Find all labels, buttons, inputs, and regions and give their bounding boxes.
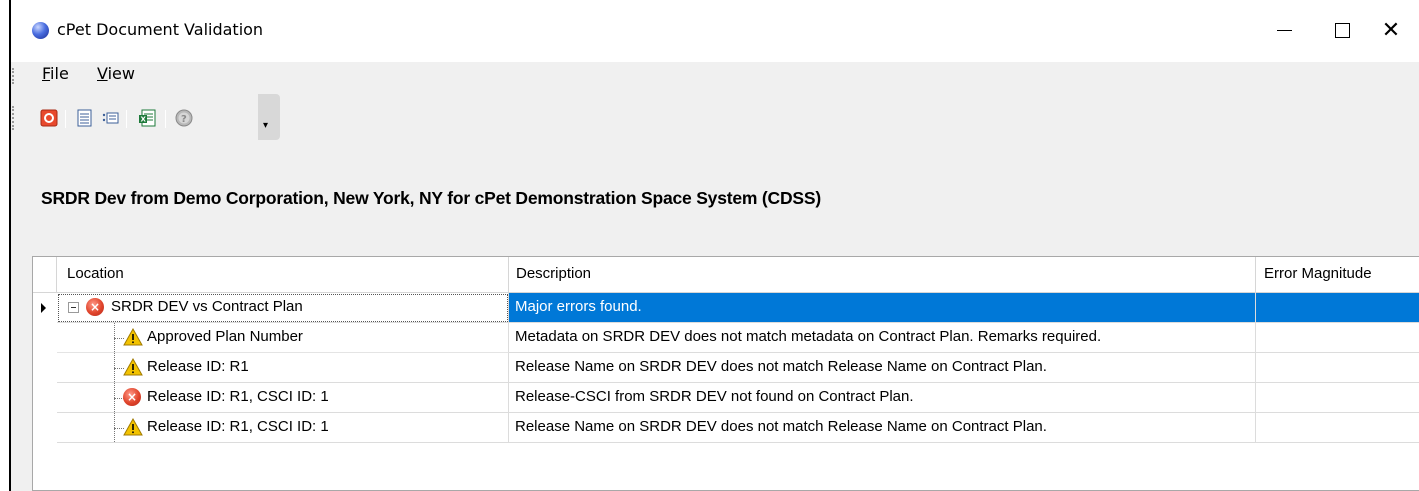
location-text: Release ID: R1 <box>147 358 249 375</box>
table-row[interactable]: × Release ID: R1, CSCI ID: 1 Release-CSC… <box>33 383 1419 413</box>
list-icon[interactable] <box>101 109 119 127</box>
minimize-button[interactable] <box>1261 10 1307 50</box>
tree-collapse-icon[interactable] <box>68 302 79 313</box>
cell-description[interactable]: Release Name on SRDR DEV does not match … <box>509 413 1256 443</box>
cell-description[interactable]: Release Name on SRDR DEV does not match … <box>509 353 1256 383</box>
table-row[interactable]: × SRDR DEV vs Contract Plan Major errors… <box>33 293 1419 323</box>
cell-error-magnitude[interactable] <box>1256 293 1419 323</box>
minimize-icon <box>1276 29 1292 31</box>
window-title: cPet Document Validation <box>57 20 264 39</box>
warning-icon <box>123 328 143 346</box>
warning-icon <box>123 358 143 376</box>
warning-icon <box>123 418 143 436</box>
cell-location[interactable]: × SRDR DEV vs Contract Plan <box>57 293 509 323</box>
row-indicator <box>33 293 57 323</box>
column-header-error-magnitude[interactable]: Error Magnitude <box>1256 257 1419 293</box>
close-icon: ✕ <box>1381 17 1401 43</box>
toolbar-overflow-button[interactable]: ▾ <box>258 94 280 140</box>
current-row-arrow-icon <box>41 303 46 313</box>
location-text: Release ID: R1, CSCI ID: 1 <box>147 418 329 435</box>
toolbar-separator <box>65 110 66 128</box>
menu-bar: File View <box>11 62 1419 88</box>
cell-location[interactable]: × Release ID: R1, CSCI ID: 1 <box>57 383 509 413</box>
toolbar: X ? ▾ <box>11 94 291 140</box>
toolbar-separator <box>165 110 166 128</box>
close-button[interactable]: ✕ <box>1368 10 1414 50</box>
stop-icon[interactable] <box>40 109 58 127</box>
report-heading: SRDR Dev from Demo Corporation, New York… <box>41 188 821 208</box>
menu-file-accel: F <box>42 64 51 83</box>
menu-grip <box>12 68 14 84</box>
location-text: SRDR DEV vs Contract Plan <box>111 298 303 315</box>
location-text: Release ID: R1, CSCI ID: 1 <box>147 388 329 405</box>
column-header-description[interactable]: Description <box>509 257 1256 293</box>
cell-error-magnitude[interactable] <box>1256 353 1419 383</box>
maximize-button[interactable] <box>1319 10 1365 50</box>
menu-view[interactable]: View <box>97 64 135 83</box>
cell-location[interactable]: Approved Plan Number <box>57 323 509 353</box>
cell-error-magnitude[interactable] <box>1256 383 1419 413</box>
svg-text:X: X <box>141 116 147 124</box>
toolbar-separator <box>126 110 127 128</box>
toolbar-grip <box>12 106 14 130</box>
menu-file[interactable]: File <box>42 64 69 83</box>
chevron-down-icon: ▾ <box>263 120 269 131</box>
error-icon: × <box>86 298 104 316</box>
maximize-icon <box>1334 22 1350 38</box>
cell-error-magnitude[interactable] <box>1256 323 1419 353</box>
cell-description[interactable]: Major errors found. <box>509 293 1256 323</box>
menu-view-label: iew <box>107 64 135 83</box>
help-icon[interactable]: ? <box>175 109 193 127</box>
menu-file-label: ile <box>50 64 69 83</box>
error-icon: × <box>123 388 141 406</box>
app-globe-icon <box>32 22 49 39</box>
app-window: cPet Document Validation ✕ File View X ?… <box>11 0 1419 491</box>
cell-description[interactable]: Release-CSCI from SRDR DEV not found on … <box>509 383 1256 413</box>
table-row[interactable]: Release ID: R1 Release Name on SRDR DEV … <box>33 353 1419 383</box>
row-header-corner <box>33 257 57 293</box>
column-header-location[interactable]: Location <box>57 257 509 293</box>
cell-location[interactable]: Release ID: R1 <box>57 353 509 383</box>
location-text: Approved Plan Number <box>147 328 303 345</box>
validation-grid[interactable]: Location Description Error Magnitude × S… <box>32 256 1419 491</box>
cell-location[interactable]: Release ID: R1, CSCI ID: 1 <box>57 413 509 443</box>
excel-export-icon[interactable]: X <box>138 109 156 127</box>
table-row[interactable]: Release ID: R1, CSCI ID: 1 Release Name … <box>33 413 1419 443</box>
table-row[interactable]: Approved Plan Number Metadata on SRDR DE… <box>33 323 1419 353</box>
title-bar[interactable]: cPet Document Validation ✕ <box>11 0 1419 62</box>
cell-error-magnitude[interactable] <box>1256 413 1419 443</box>
menu-view-accel: V <box>97 64 108 83</box>
list-detail-icon[interactable] <box>76 109 94 127</box>
svg-text:?: ? <box>181 114 187 125</box>
cell-description[interactable]: Metadata on SRDR DEV does not match meta… <box>509 323 1256 353</box>
